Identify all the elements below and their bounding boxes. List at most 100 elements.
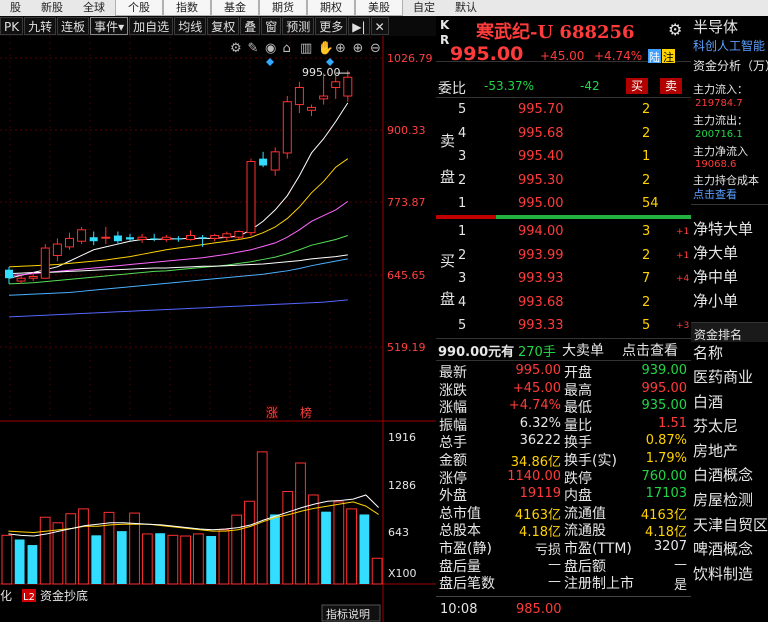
eye-icon[interactable]: ◉ — [265, 41, 276, 56]
diamond-marker-icon — [266, 58, 274, 66]
bid-price[interactable]: 993.33 — [518, 318, 564, 333]
bid-level: 4 — [458, 294, 467, 310]
zoom-out-icon[interactable]: ⊖ — [370, 41, 381, 56]
bid-volume: 7 — [642, 271, 651, 286]
menu-item-1[interactable]: 新股 — [31, 0, 73, 16]
sector-sub[interactable]: 科创人工智能 — [693, 37, 765, 54]
big-order-row[interactable]: 990.00元有 270手 大卖单 点击查看 — [436, 338, 691, 360]
home-icon[interactable]: ⌂ — [283, 41, 291, 56]
rank-item[interactable]: 白酒 — [693, 391, 723, 412]
toolbar-item-10[interactable]: 更多 — [315, 17, 348, 35]
toolbar-item-2[interactable]: 连板 — [57, 17, 90, 35]
pen-icon[interactable]: ✎ — [248, 41, 259, 56]
bid-price[interactable]: 993.99 — [518, 248, 564, 263]
bid-price[interactable]: 993.68 — [518, 295, 564, 310]
stat-value: — — [548, 556, 561, 572]
candle-body — [126, 237, 134, 240]
hand-icon[interactable]: ✋ — [318, 40, 334, 56]
rank-item[interactable]: 饮料制造 — [693, 563, 753, 584]
rank-item[interactable]: 白酒概念 — [693, 464, 753, 485]
rank-item[interactable]: 天津自贸区 — [693, 514, 768, 535]
stat-value: 939.00 — [641, 363, 688, 378]
volume-axis-label: X100 — [388, 567, 417, 580]
bid-price[interactable]: 994.00 — [518, 224, 564, 239]
ask-price[interactable]: 995.40 — [518, 149, 564, 164]
bid-price[interactable]: 993.93 — [518, 271, 564, 286]
gear-icon[interactable]: ⚙ — [230, 41, 242, 56]
menu-item-6[interactable]: 期货 — [259, 0, 307, 16]
rank-item[interactable]: 房地产 — [693, 440, 738, 461]
toolbar-item-12[interactable]: ✕ — [370, 17, 389, 35]
buy-button[interactable]: 买 — [626, 78, 648, 94]
order-book: 卖 盘 买 盘 5 995.70 2 4 995.68 2 3 995.40 1 2 995.30 2… — [436, 100, 691, 336]
big-order-link[interactable]: 点击查看 — [622, 340, 678, 360]
trash-icon[interactable]: ▥ — [300, 41, 312, 56]
ask-level: 2 — [458, 172, 467, 188]
net-order-item[interactable]: 净大单 — [693, 242, 738, 263]
hk-connect-badge[interactable]: 陆 — [648, 49, 661, 64]
toolbar-item-9[interactable]: 预测 — [282, 17, 315, 35]
price-axis-label: 519.19 — [387, 341, 426, 354]
inflow-label: 主力流入： — [693, 83, 748, 96]
toolbar-item-3[interactable]: 事件▾ — [90, 17, 129, 35]
menu-item-2[interactable]: 全球 — [73, 0, 115, 16]
sell-side-label-2: 盘 — [440, 168, 456, 186]
rank-item[interactable]: 房屋检测 — [693, 489, 753, 510]
toolbar-item-4[interactable]: 加自选 — [129, 17, 174, 35]
net-inflow-label: 主力净流入 — [693, 145, 748, 158]
holding-cost-link[interactable]: 点击查看 — [693, 186, 737, 202]
rank-item[interactable]: 啤酒概念 — [693, 538, 753, 559]
toolbar-item-5[interactable]: 均线 — [174, 17, 207, 35]
rank-item[interactable]: 医药商业 — [693, 366, 753, 387]
net-order-item[interactable]: 净中单 — [693, 266, 738, 287]
toolbar-item-7[interactable]: 叠 — [240, 17, 261, 35]
menu-item-3[interactable]: 个股 — [115, 0, 163, 16]
plus-icon[interactable]: ⊕ — [335, 41, 346, 56]
r-label[interactable]: R — [440, 33, 449, 47]
menu-item-10[interactable]: 默认 — [445, 0, 487, 16]
toolbar-item-0[interactable]: PK — [0, 17, 24, 35]
stat-value: 19119 — [519, 486, 561, 502]
toolbar-item-8[interactable]: 窗 — [261, 17, 282, 35]
gear-icon[interactable]: ⚙ — [668, 20, 682, 39]
menu-item-8[interactable]: 美股 — [355, 0, 403, 16]
ask-level: 3 — [458, 149, 467, 164]
rank-item[interactable]: 芬太尼 — [693, 415, 738, 436]
buy-strength-bar — [496, 215, 691, 219]
inflow-value: 219784.7 — [695, 98, 743, 109]
indicator-tab-1[interactable]: 化 — [0, 589, 12, 603]
stat-value: 亏损 — [534, 543, 561, 558]
registration-badge[interactable]: 注 — [662, 49, 675, 64]
stat-value: +45.00 — [512, 380, 561, 396]
volume-bar — [155, 533, 165, 584]
ask-price[interactable]: 995.70 — [518, 102, 564, 117]
rank-title: 资金排名 — [694, 328, 743, 342]
indicator-tab-2[interactable]: 资金抄底 — [40, 588, 88, 603]
net-order-item[interactable]: 净特大单 — [693, 218, 753, 239]
sell-button[interactable]: 卖 — [660, 78, 682, 94]
bang-marker[interactable]: 榜 — [300, 405, 312, 420]
volume-bar — [180, 535, 192, 585]
ask-price[interactable]: 995.00 — [518, 196, 564, 211]
toolbar-item-6[interactable]: 复权 — [207, 17, 240, 35]
menu-item-4[interactable]: 指数 — [163, 0, 211, 16]
ask-price[interactable]: 995.30 — [518, 173, 564, 188]
k-label[interactable]: K — [440, 18, 449, 32]
zhang-marker[interactable]: 涨 — [266, 405, 278, 420]
candle-body — [137, 236, 147, 241]
bid-level: 1 — [458, 224, 467, 239]
sector-name[interactable]: 半导体 — [693, 16, 738, 37]
menu-item-0[interactable]: 股 — [0, 0, 31, 16]
menu-item-7[interactable]: 期权 — [307, 0, 355, 16]
menu-item-9[interactable]: 自定 — [403, 0, 445, 16]
zoom-in-icon[interactable]: ⊕ — [353, 41, 364, 56]
ask-volume: 1 — [642, 149, 651, 164]
toolbar-item-1[interactable]: 九转 — [24, 17, 57, 35]
ask-price[interactable]: 995.68 — [518, 126, 564, 141]
kline-chart[interactable]: 1026.79 900.33 773.87 645.65 519.19 995.00 涨 榜 1… — [0, 36, 436, 622]
volume-bar — [27, 545, 38, 584]
candle-body — [52, 243, 62, 256]
toolbar-item-11[interactable]: ▶| — [348, 17, 370, 35]
menu-item-5[interactable]: 基金 — [211, 0, 259, 16]
net-order-item[interactable]: 净小单 — [693, 290, 738, 311]
